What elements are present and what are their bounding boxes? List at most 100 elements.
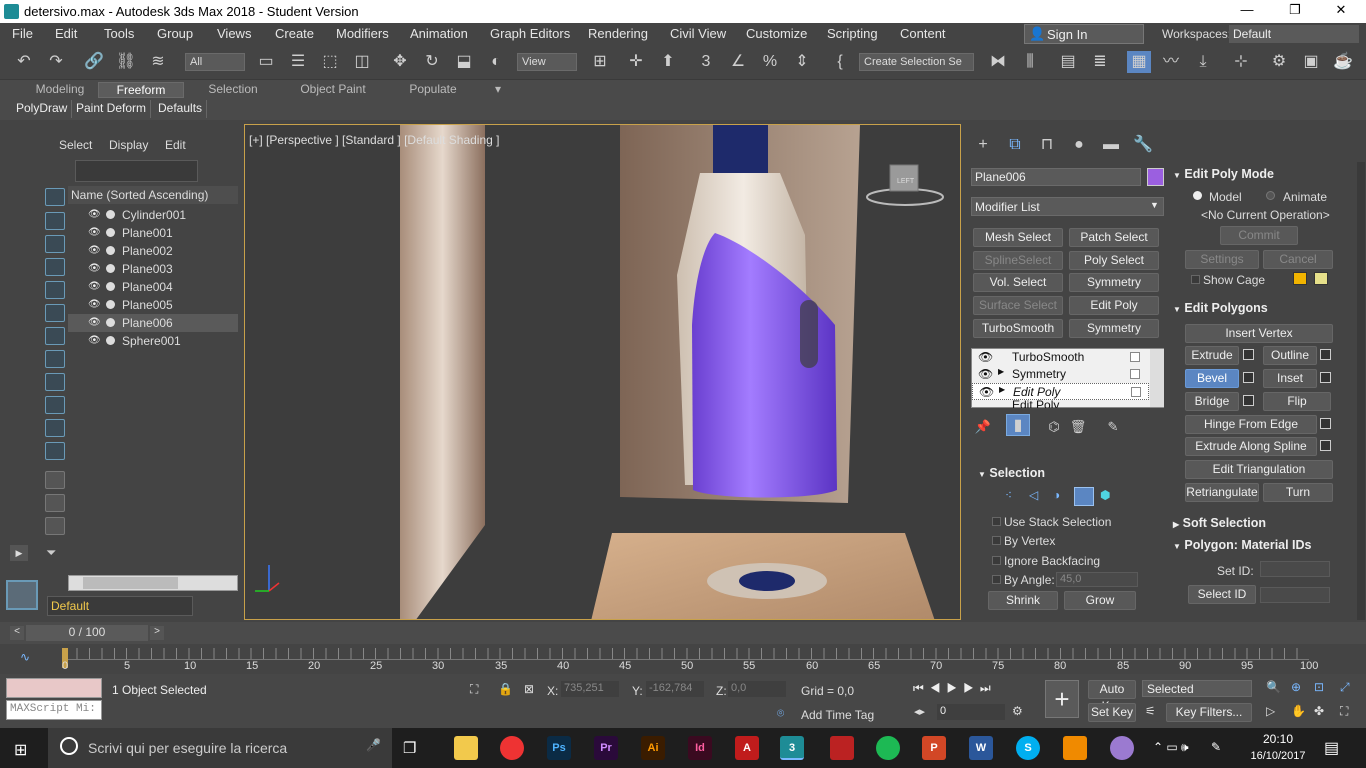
select-id-spinner[interactable] bbox=[1260, 587, 1330, 603]
extrude-settings-icon[interactable] bbox=[1243, 349, 1254, 360]
sign-in-button[interactable]: 👤 Sign In bbox=[1024, 24, 1144, 44]
poly-select-button[interactable]: Poly Select bbox=[1069, 251, 1159, 270]
current-frame-field[interactable]: 0 bbox=[937, 704, 1005, 720]
modifier-stack[interactable]: 👁 TurboSmooth 👁 ▶ Symmetry 👁 ▶ Edit Poly Edit… bbox=[971, 348, 1164, 408]
stack-item[interactable]: 👁 TurboSmooth bbox=[972, 349, 1149, 366]
display-groups-icon[interactable] bbox=[45, 327, 65, 345]
stack-scrollbar[interactable] bbox=[1150, 349, 1164, 407]
renderable-icon[interactable] bbox=[106, 264, 115, 273]
expand-arrow-icon[interactable]: ▶ bbox=[999, 385, 1005, 394]
turn-button[interactable]: Turn bbox=[1263, 483, 1333, 502]
menu-edit[interactable]: Edit bbox=[55, 26, 77, 41]
tab-selection[interactable]: Selection bbox=[190, 82, 276, 98]
zoom-icon[interactable]: 🔍 bbox=[1266, 680, 1281, 694]
z-coordinate-field[interactable]: 0,0 bbox=[728, 681, 786, 697]
hinge-from-edge-button[interactable]: Hinge From Edge bbox=[1185, 415, 1317, 434]
bind-spacewarp-icon[interactable]: ≋ bbox=[146, 51, 170, 73]
extrude-button[interactable]: Extrude bbox=[1185, 346, 1239, 365]
spotify-icon[interactable] bbox=[876, 736, 900, 760]
list-item[interactable]: 👁 Sphere001 bbox=[68, 332, 238, 350]
inset-settings-icon[interactable] bbox=[1320, 372, 1331, 383]
maxscript-input[interactable]: MAXScript Mi: bbox=[6, 700, 102, 720]
command-panel-scrollbar[interactable] bbox=[1357, 162, 1365, 620]
scrollbar-thumb[interactable] bbox=[83, 577, 178, 589]
isolate-selection-icon[interactable]: ⛶ bbox=[470, 682, 478, 697]
stack-item[interactable]: Edit Poly bbox=[972, 400, 1149, 408]
expand-panel-icon[interactable]: ▶ bbox=[10, 545, 28, 561]
patch-select-button[interactable]: Patch Select bbox=[1069, 228, 1159, 247]
rendered-frame-icon[interactable]: ▣ bbox=[1299, 51, 1323, 73]
mini-curve-editor-icon[interactable]: ∿ bbox=[20, 650, 30, 664]
hierarchy-tab-icon[interactable]: ⊓ bbox=[1035, 134, 1059, 156]
material-ids-header[interactable]: ▼ Polygon: Material IDs bbox=[1173, 538, 1312, 552]
retriangulate-button[interactable]: Retriangulate bbox=[1185, 483, 1259, 502]
make-unique-icon[interactable]: ⌬ bbox=[1042, 416, 1066, 438]
windows-start-icon[interactable]: ⊞ bbox=[14, 740, 27, 760]
bevel-settings-icon[interactable] bbox=[1243, 372, 1254, 383]
list-item[interactable]: 👁 Plane001 bbox=[68, 224, 238, 242]
turbosmooth-button[interactable]: TurboSmooth bbox=[973, 319, 1063, 338]
settings-button[interactable]: Settings bbox=[1185, 250, 1259, 269]
renderable-icon[interactable] bbox=[106, 228, 115, 237]
minimize-button[interactable]: — bbox=[1224, 2, 1270, 21]
menu-graph-editors[interactable]: Graph Editors bbox=[490, 26, 570, 41]
display-lights-icon[interactable] bbox=[45, 235, 65, 253]
stack-checkbox[interactable] bbox=[1130, 352, 1140, 362]
eye-icon[interactable]: 👁 bbox=[978, 350, 993, 364]
illustrator-icon[interactable]: Ai bbox=[641, 736, 665, 760]
display-cameras-icon[interactable] bbox=[45, 258, 65, 276]
renderable-icon[interactable] bbox=[106, 246, 115, 255]
edit-polygons-header[interactable]: ▼ Edit Polygons bbox=[1173, 301, 1268, 315]
menu-content[interactable]: Content bbox=[900, 26, 946, 41]
premiere-icon[interactable]: Pr bbox=[594, 736, 618, 760]
window-crossing-icon[interactable]: ◫ bbox=[350, 51, 374, 73]
absolute-transform-icon[interactable]: ⊠ bbox=[524, 682, 534, 696]
modify-tab-icon[interactable]: ⧉ bbox=[1003, 134, 1027, 156]
time-tag-icon[interactable]: ⌾ bbox=[777, 706, 784, 721]
render-setup-icon[interactable]: ⚙ bbox=[1267, 51, 1291, 73]
flip-button[interactable]: Flip bbox=[1263, 392, 1331, 411]
list-item[interactable]: 👁 Plane006 bbox=[68, 314, 238, 332]
bridge-settings-icon[interactable] bbox=[1243, 395, 1254, 406]
viewport-layout-icon[interactable] bbox=[6, 580, 38, 610]
align-icon[interactable]: ⫼ bbox=[1018, 51, 1042, 73]
renderable-icon[interactable] bbox=[106, 210, 115, 219]
set-key-button[interactable]: Set Key bbox=[1088, 703, 1136, 722]
list-item[interactable]: 👁 Cylinder001 bbox=[68, 206, 238, 224]
menu-modifiers[interactable]: Modifiers bbox=[336, 26, 389, 41]
notifications-icon[interactable]: ▤ bbox=[1324, 738, 1339, 758]
set-id-spinner[interactable] bbox=[1260, 561, 1330, 577]
scene-tab-edit[interactable]: Edit bbox=[165, 138, 186, 152]
workspaces-dropdown[interactable]: Default bbox=[1229, 25, 1359, 43]
prev-frame-icon[interactable]: < bbox=[10, 626, 24, 640]
configure-sets-icon[interactable]: ✎ bbox=[1101, 416, 1125, 438]
move-icon[interactable]: ✥ bbox=[388, 51, 412, 73]
maxscript-listener-pink[interactable] bbox=[6, 678, 102, 698]
chrome-icon[interactable] bbox=[500, 736, 524, 760]
select-by-name-icon[interactable]: ☰ bbox=[286, 51, 310, 73]
set-key-big-icon[interactable]: + bbox=[1045, 680, 1079, 718]
model-radio[interactable] bbox=[1193, 191, 1202, 200]
key-filters-button[interactable]: Key Filters... bbox=[1166, 703, 1252, 722]
perspective-viewport[interactable]: LEFT [+] [Perspective ] [Standard ] [Def… bbox=[244, 124, 961, 620]
ignore-backfacing-checkbox[interactable] bbox=[992, 556, 1001, 565]
display-xrefs-icon[interactable] bbox=[45, 350, 65, 368]
soft-selection-header[interactable]: ▶ Soft Selection bbox=[1173, 516, 1266, 530]
eye-icon[interactable]: 👁 bbox=[88, 245, 101, 256]
extrude-spline-settings-icon[interactable] bbox=[1320, 440, 1331, 451]
stack-item-selected[interactable]: 👁 ▶ Edit Poly bbox=[972, 383, 1149, 400]
display-containers-icon[interactable] bbox=[45, 396, 65, 414]
menu-civil-view[interactable]: Civil View bbox=[670, 26, 726, 41]
cage-color-swatch[interactable] bbox=[1293, 272, 1307, 285]
cancel-button[interactable]: Cancel bbox=[1263, 250, 1333, 269]
file-explorer-icon[interactable] bbox=[454, 736, 478, 760]
by-angle-checkbox[interactable] bbox=[992, 575, 1001, 584]
name-column-header[interactable]: Name (Sorted Ascending) bbox=[68, 186, 238, 204]
cage-selected-color-swatch[interactable] bbox=[1314, 272, 1328, 285]
display-particles-icon[interactable] bbox=[45, 419, 65, 437]
object-name-field[interactable]: Plane006 bbox=[971, 168, 1141, 186]
polygon-mode-icon[interactable] bbox=[1074, 487, 1094, 506]
word-icon[interactable]: W bbox=[969, 736, 993, 760]
object-color-swatch[interactable] bbox=[1147, 168, 1164, 186]
angle-snap-icon[interactable]: ∠ bbox=[726, 51, 750, 73]
